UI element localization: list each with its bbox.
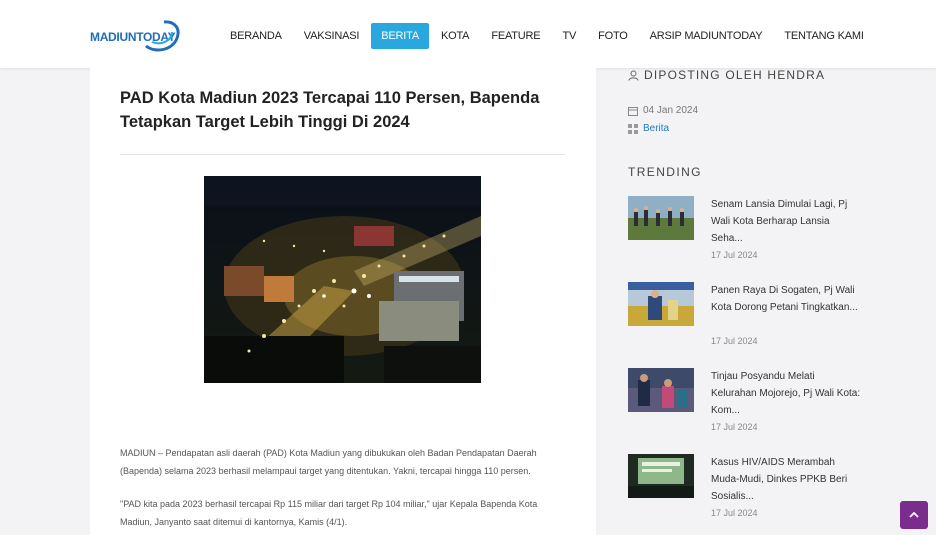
senam-lansia-image (628, 196, 694, 240)
scroll-to-top-button[interactable] (900, 501, 928, 529)
trending-title[interactable]: Tinjau Posyandu Melati Kelurahan Mojorej… (711, 368, 861, 419)
panen-raya-image (628, 282, 694, 326)
article-photo[interactable] (204, 176, 481, 383)
user-icon (628, 70, 639, 81)
nav-item-foto[interactable]: FOTO (588, 23, 638, 49)
trending-item[interactable]: Tinjau Posyandu Melati Kelurahan Mojorej… (628, 368, 868, 448)
trending-title[interactable]: Kasus HIV/AIDS Merambah Muda-Mudi, Dinke… (711, 454, 861, 505)
post-date: 04 Jan 2024 (628, 105, 698, 116)
hiv-aids-image (628, 454, 694, 498)
trending-title[interactable]: Senam Lansia Dimulai Lagi, Pj Wali Kota … (711, 196, 861, 247)
trending-date: 17 Jul 2024 (711, 250, 758, 260)
nav-item-berita[interactable]: BERITA (371, 23, 429, 49)
nav-item-arsip[interactable]: ARSIP MADIUNTODAY (640, 23, 773, 49)
logo-swoosh-icon (145, 20, 180, 52)
nav-item-tv[interactable]: TV (552, 23, 586, 49)
nav-item-beranda[interactable]: BERANDA (220, 23, 292, 49)
post-category: Berita (628, 123, 669, 134)
trending-thumbnail[interactable] (628, 196, 694, 240)
nav-item-feature[interactable]: FEATURE (481, 23, 550, 49)
grid-icon (628, 123, 638, 134)
trending-item[interactable]: Panen Raya Di Sogaten, Pj Wali Kota Doro… (628, 282, 868, 362)
trending-date: 17 Jul 2024 (711, 336, 758, 346)
article-title: PAD Kota Madiun 2023 Tercapai 110 Persen… (120, 89, 540, 131)
site-logo[interactable]: MADIUNTODAY (90, 20, 186, 54)
trending-date: 17 Jul 2024 (711, 508, 758, 518)
city-night-image (204, 176, 481, 383)
calendar-icon (628, 106, 638, 116)
article-paragraph: MADIUN – Pendapatan asli daerah (PAD) Ko… (120, 448, 537, 476)
trending-item[interactable]: Senam Lansia Dimulai Lagi, Pj Wali Kota … (628, 196, 868, 276)
trending-title[interactable]: Panen Raya Di Sogaten, Pj Wali Kota Doro… (711, 282, 861, 316)
trending-thumbnail[interactable] (628, 282, 694, 326)
article-paragraph: "PAD kita pada 2023 berhasil tercapai Rp… (120, 499, 538, 527)
trending-heading: TRENDING (628, 165, 702, 179)
trending-item[interactable]: Kasus HIV/AIDS Merambah Muda-Mudi, Dinke… (628, 454, 868, 534)
trending-thumbnail[interactable] (628, 454, 694, 498)
sidebar: DIPOSTING OLEH HENDRA 04 Jan 2024 Berita… (612, 68, 872, 535)
author-name: DIPOSTING OLEH HENDRA (644, 68, 826, 82)
chevron-up-icon (909, 511, 919, 518)
trending-thumbnail[interactable] (628, 368, 694, 412)
site-header: MADIUNTODAY BERANDA VAKSINASI BERITA KOT… (0, 0, 936, 68)
nav-item-vaksinasi[interactable]: VAKSINASI (294, 23, 369, 49)
post-date-text: 04 Jan 2024 (643, 105, 699, 116)
author-line: DIPOSTING OLEH HENDRA (628, 68, 825, 82)
article-card: PAD Kota Madiun 2023 Tercapai 110 Persen… (90, 68, 596, 535)
posyandu-image (628, 368, 694, 412)
trending-date: 17 Jul 2024 (711, 422, 758, 432)
nav-item-tentang-kami[interactable]: TENTANG KAMI (774, 23, 873, 49)
nav-item-kota[interactable]: KOTA (431, 23, 479, 49)
category-link[interactable]: Berita (643, 123, 669, 134)
main-nav: BERANDA VAKSINASI BERITA KOTA FEATURE TV… (220, 23, 876, 49)
title-divider (120, 154, 565, 155)
